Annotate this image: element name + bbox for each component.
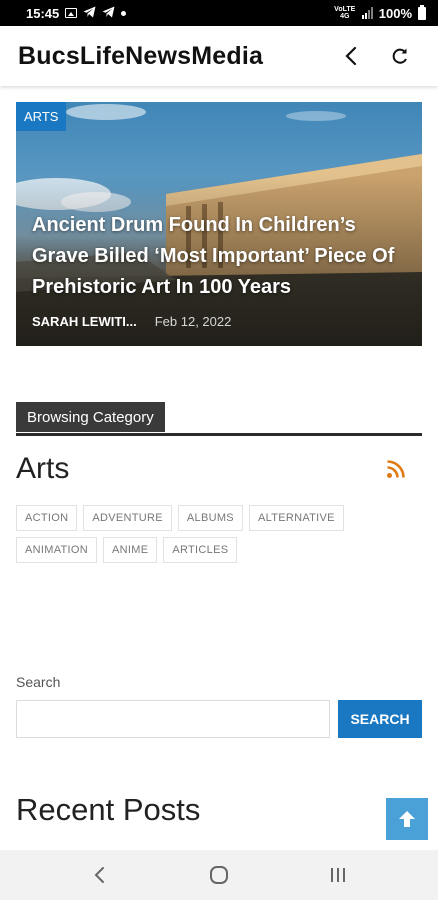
notification-dot-icon	[121, 10, 127, 16]
status-right: VoLTE 4G 100%	[334, 4, 426, 21]
telegram-icon	[83, 6, 96, 21]
gallery-icon	[65, 8, 78, 18]
rss-feed-button[interactable]	[386, 459, 406, 479]
tag-list: ACTION ADVENTURE ALBUMS ALTERNATIVE ANIM…	[16, 505, 422, 563]
rss-icon	[387, 460, 405, 478]
post-meta: SARAH LEWITI... Feb 12, 2022	[32, 314, 231, 329]
post-author[interactable]: SARAH LEWITI...	[32, 314, 137, 329]
tag-albums[interactable]: ALBUMS	[177, 505, 243, 531]
featured-post-card[interactable]: ARTS Ancient Drum Found In Children’s Gr…	[16, 102, 422, 346]
telegram-icon	[102, 6, 115, 21]
battery-icon	[418, 4, 426, 20]
status-left: 15:45	[26, 5, 127, 21]
browsing-category-label: Browsing Category	[16, 402, 165, 432]
search-button[interactable]: SEARCH	[338, 700, 422, 738]
search-input[interactable]	[16, 700, 330, 738]
tag-articles[interactable]: ARTICLES	[163, 537, 238, 563]
back-button[interactable]	[332, 36, 372, 76]
nav-back-icon	[94, 867, 104, 883]
tag-alternative[interactable]: ALTERNATIVE	[248, 505, 344, 531]
section-header: Browsing Category	[16, 402, 422, 436]
scroll-to-top-button[interactable]	[386, 798, 428, 840]
status-time: 15:45	[26, 5, 60, 21]
tag-anime[interactable]: ANIME	[103, 537, 158, 563]
system-nav-bar	[0, 850, 438, 900]
chevron-left-icon	[345, 46, 357, 66]
app-bar: BucsLifeNewsMedia	[0, 26, 438, 86]
network-label: VoLTE 4G	[334, 6, 356, 20]
search-label: Search	[16, 674, 61, 690]
nav-home-icon	[209, 866, 228, 884]
recent-posts-heading: Recent Posts	[16, 792, 201, 827]
status-bar: 15:45 VoLTE 4G 100%	[0, 0, 438, 26]
category-badge[interactable]: ARTS	[16, 102, 67, 131]
featured-post-title[interactable]: Ancient Drum Found In Children’s Grave B…	[32, 210, 402, 303]
nav-home-button[interactable]	[189, 850, 249, 900]
app-title: BucsLifeNewsMedia	[18, 41, 264, 70]
nav-recents-button[interactable]	[308, 850, 368, 900]
nav-back-button[interactable]	[70, 850, 130, 900]
refresh-icon	[392, 48, 407, 64]
refresh-button[interactable]	[380, 36, 420, 76]
category-title: Arts	[16, 452, 70, 485]
arrow-up-icon	[399, 811, 415, 827]
signal-icon	[361, 7, 373, 19]
post-date: Feb 12, 2022	[154, 314, 232, 329]
battery-percent: 100%	[378, 5, 412, 21]
nav-recents-icon	[331, 868, 346, 882]
tag-animation[interactable]: ANIMATION	[16, 537, 97, 563]
tag-action[interactable]: ACTION	[16, 505, 78, 531]
tag-adventure[interactable]: ADVENTURE	[83, 505, 172, 531]
